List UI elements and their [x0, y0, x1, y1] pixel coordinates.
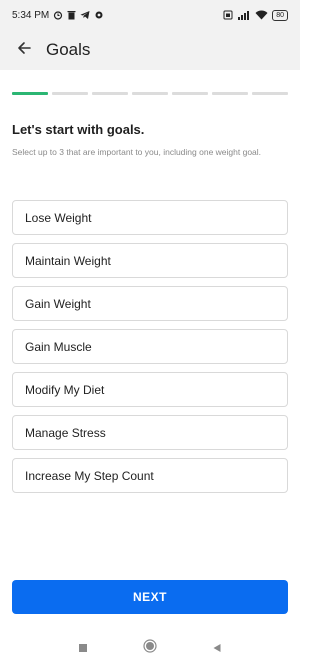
telegram-icon — [80, 10, 90, 20]
goal-option-lose-weight[interactable]: Lose Weight — [12, 200, 288, 235]
alarm-icon — [53, 10, 63, 20]
goal-option-label: Gain Muscle — [25, 339, 92, 354]
progress-step-4 — [132, 92, 168, 95]
goals-heading: Let's start with goals. — [12, 122, 145, 137]
goals-list: Lose Weight Maintain Weight Gain Weight … — [12, 200, 288, 501]
progress-step-6 — [212, 92, 248, 95]
status-bar: 5:34 PM 80 — [0, 0, 300, 30]
progress-step-5 — [172, 92, 208, 95]
next-button[interactable]: NEXT — [12, 580, 288, 614]
back-button[interactable] — [12, 38, 36, 62]
status-time: 5:34 PM — [12, 9, 50, 21]
goals-subtext: Select up to 3 that are important to you… — [12, 147, 262, 157]
goal-option-increase-step-count[interactable]: Increase My Step Count — [12, 458, 288, 493]
settings-icon — [94, 10, 104, 20]
battery-icon: 80 — [272, 9, 288, 21]
system-nav-bar — [0, 630, 300, 667]
progress-step-2 — [52, 92, 88, 95]
goal-option-modify-diet[interactable]: Modify My Diet — [12, 372, 288, 407]
system-back-button[interactable] — [205, 637, 229, 661]
progress-step-1 — [12, 92, 48, 95]
home-icon — [143, 639, 157, 658]
page-title: Goals — [46, 40, 91, 59]
app-bar: Goals — [0, 30, 300, 70]
arrow-left-icon — [16, 40, 32, 61]
progress-step-3 — [92, 92, 128, 95]
goal-option-label: Modify My Diet — [25, 382, 105, 397]
status-bar-left: 5:34 PM — [12, 10, 104, 21]
sim-icon — [223, 10, 233, 20]
step-progress — [12, 92, 288, 95]
trash-icon — [67, 10, 76, 20]
goal-option-label: Lose Weight — [25, 210, 92, 225]
goal-option-label: Maintain Weight — [25, 253, 111, 268]
recents-button[interactable] — [71, 637, 95, 661]
goal-option-label: Manage Stress — [25, 425, 106, 440]
goal-option-label: Increase My Step Count — [25, 468, 154, 483]
status-bar-right: 80 — [223, 9, 288, 21]
goal-option-gain-weight[interactable]: Gain Weight — [12, 286, 288, 321]
next-button-label: NEXT — [132, 590, 167, 604]
recents-icon — [78, 640, 88, 658]
signal-icon — [237, 10, 251, 20]
back-icon — [212, 640, 222, 658]
goal-option-label: Gain Weight — [25, 296, 91, 311]
wifi-icon — [255, 10, 268, 20]
goal-option-manage-stress[interactable]: Manage Stress — [12, 415, 288, 450]
goal-option-gain-muscle[interactable]: Gain Muscle — [12, 329, 288, 364]
home-button[interactable] — [138, 637, 162, 661]
goal-option-maintain-weight[interactable]: Maintain Weight — [12, 243, 288, 278]
progress-step-7 — [252, 92, 288, 95]
